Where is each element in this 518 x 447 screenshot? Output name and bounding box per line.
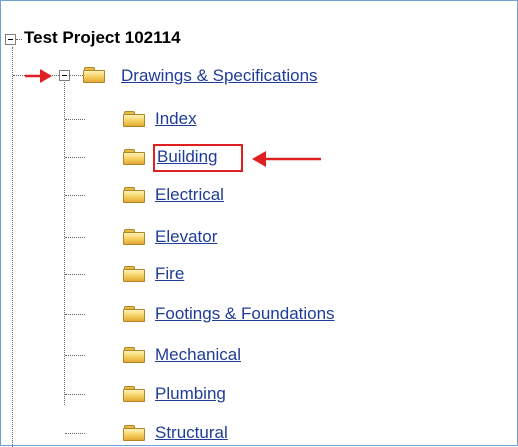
child-tree-line (64, 82, 65, 405)
folder-link-structural[interactable]: Structural (155, 423, 228, 443)
root-collapse-toggle[interactable] (5, 34, 16, 45)
root-tree-line (12, 47, 13, 447)
folder-link-plumbing[interactable]: Plumbing (155, 384, 226, 404)
folder-icon (123, 111, 145, 127)
arrow-left-icon (252, 151, 321, 167)
folder-icon (123, 425, 145, 441)
folder-icon (123, 266, 145, 282)
folder-icon (123, 187, 145, 203)
folder-link-mechanical[interactable]: Mechanical (155, 345, 241, 365)
folder-icon (123, 229, 145, 245)
highlight-box (153, 144, 243, 172)
folder-link-electrical[interactable]: Electrical (155, 185, 224, 205)
folder-icon (123, 386, 145, 402)
folder-icon (83, 67, 105, 83)
folder-icon (123, 306, 145, 322)
folder-link-fire[interactable]: Fire (155, 264, 184, 284)
folder-link-index[interactable]: Index (155, 109, 197, 129)
folder-icon (123, 149, 145, 165)
folder-link-drawings-specifications[interactable]: Drawings & Specifications (121, 66, 318, 86)
project-title[interactable]: Test Project 102114 (24, 28, 181, 48)
folder-link-footings-foundations[interactable]: Footings & Foundations (155, 304, 335, 324)
arrow-right-icon (25, 69, 52, 83)
folder-icon (123, 347, 145, 363)
tree-panel: Test Project 102114 Drawings & Specifica… (0, 0, 518, 447)
folder-link-elevator[interactable]: Elevator (155, 227, 217, 247)
